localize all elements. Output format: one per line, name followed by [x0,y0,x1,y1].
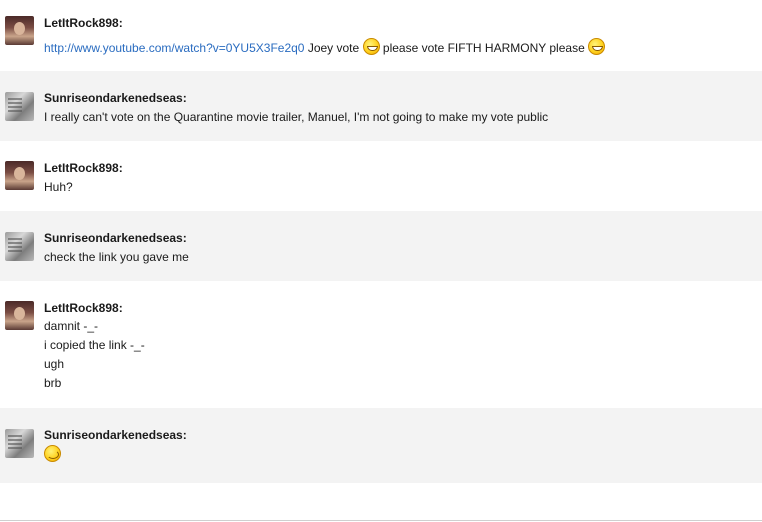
grin-emoticon-icon [362,38,380,55]
grin-emoticon-icon [588,38,606,55]
message-text: http://www.youtube.com/watch?v=0YU5X3Fe2… [44,38,606,55]
message-text: brb [44,376,62,390]
divider [0,520,762,521]
avatar[interactable] [5,16,34,45]
message-text: ugh [44,357,65,371]
message-text: Huh? [44,180,73,194]
sender-name[interactable]: Sunriseondarkenedseas: [44,231,187,245]
message-text: damnit -_- [44,319,99,333]
sender-name[interactable]: LetItRock898: [44,161,123,175]
avatar[interactable] [5,92,34,121]
message-text: check the link you gave me [44,250,189,264]
avatar[interactable] [5,161,34,190]
message-text-segment: please vote FIFTH HARMONY please [382,41,585,55]
sender-name[interactable]: LetItRock898: [44,301,123,315]
wink-emoticon-icon [44,445,61,462]
chat-message: LetItRock898: http://www.youtube.com/wat… [0,0,762,71]
message-text-segment: Joey vote [307,41,360,55]
youtube-link[interactable]: http://www.youtube.com/watch?v=0YU5X3Fe2… [44,41,304,55]
chat-message: Sunriseondarkenedseas: I really can't vo… [0,71,762,141]
chat-message: LetItRock898: Huh? [0,141,762,211]
chat-log: LetItRock898: http://www.youtube.com/wat… [0,0,762,522]
chat-message: Sunriseondarkenedseas: check the link yo… [0,211,762,281]
sender-name[interactable]: LetItRock898: [44,16,123,30]
avatar[interactable] [5,429,34,458]
message-text: i copied the link -_- [44,338,145,352]
avatar[interactable] [5,301,34,330]
sender-name[interactable]: Sunriseondarkenedseas: [44,428,187,442]
message-text: I really can't vote on the Quarantine mo… [44,110,549,124]
message-text [44,445,61,462]
chat-message: LetItRock898: damnit -_- i copied the li… [0,281,762,408]
sender-name[interactable]: Sunriseondarkenedseas: [44,91,187,105]
chat-message: Sunriseondarkenedseas: [0,408,762,483]
avatar[interactable] [5,232,34,261]
